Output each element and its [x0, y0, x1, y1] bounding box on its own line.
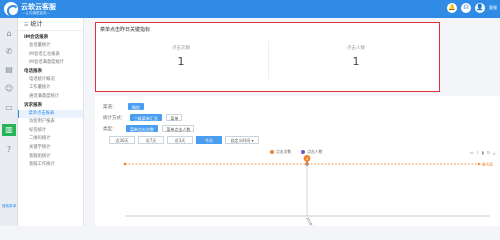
menu-section-im[interactable]: IM会话报表 — [18, 34, 83, 42]
kpi-value: 1 — [177, 55, 185, 68]
menu-item[interactable]: 关键字统计 — [18, 144, 83, 153]
menu-section-phone[interactable]: 电话报表 — [18, 68, 83, 76]
main-content: 菜单点击昨日关键指标 点击次数 1 点击人数 1 渠道： 微信 统计方式： 三级… — [85, 18, 500, 226]
chat-icon[interactable]: ▤ — [2, 64, 16, 76]
date-range-buttons: 近30天 近7天 近3天 今天 自定义时间 ▾ — [109, 136, 259, 144]
channel-row: 渠道： 微信 — [103, 103, 144, 110]
kpi-label: 点击人数 — [347, 46, 365, 51]
menu-item[interactable]: 通话满意度统计 — [18, 93, 83, 102]
kpi-users: 点击人数 1 — [306, 45, 406, 68]
reference-end-marker — [478, 162, 481, 166]
menu-item-active[interactable]: 菜单点击报表 — [18, 109, 83, 119]
kpi-value: 1 — [352, 55, 360, 68]
kpi-divider — [268, 41, 269, 79]
data-point-series1 — [305, 162, 309, 166]
phone-icon[interactable]: ✆ — [2, 46, 16, 58]
channel-option-wechat[interactable]: 微信 — [127, 103, 144, 110]
menu-toggle-icon[interactable]: ☰ — [24, 22, 28, 28]
home-icon[interactable]: ⌂ — [2, 28, 16, 40]
card-icon[interactable]: ▭ — [2, 102, 16, 114]
range-today-button[interactable]: 今天 — [196, 136, 222, 144]
headset-icon[interactable]: ☊ — [461, 3, 471, 13]
menu-item[interactable]: IM会话满意度统计 — [18, 59, 83, 68]
kpi-label: 点击次数 — [172, 46, 190, 51]
help-icon[interactable]: ? — [2, 144, 16, 156]
menu-item[interactable]: 客服工作统计 — [18, 161, 83, 170]
scope-option-menu[interactable]: 菜单 — [166, 114, 183, 121]
search-menu-label[interactable]: 搜索菜单 — [1, 204, 17, 209]
menu-item[interactable]: 标签统计 — [18, 127, 83, 136]
line-chart: 最大值42018-05-22 — [123, 155, 493, 227]
contacts-icon[interactable]: ☺ — [2, 83, 16, 95]
reference-start-marker — [123, 162, 127, 166]
reference-label: 最大值 — [482, 162, 493, 167]
menu-section-appeal[interactable]: 诉求报表 — [18, 102, 83, 110]
range-7days-button[interactable]: 近7天 — [138, 136, 164, 144]
user-icon[interactable]: 👤 — [475, 3, 485, 13]
range-30days-button[interactable]: 近30天 — [109, 136, 135, 144]
menu-item[interactable]: 工作量统计 — [18, 84, 83, 93]
stats-icon[interactable]: ▥ — [2, 124, 16, 136]
scope-row: 统计方式： 三级菜单汇总 菜单 — [103, 114, 183, 121]
kpi-title: 菜单点击昨日关键指标 — [100, 27, 151, 33]
user-name[interactable]: 客服 — [489, 5, 497, 11]
menu-header: ☰ 统计 — [18, 18, 83, 31]
menu-item[interactable]: 电话统计概况 — [18, 76, 83, 85]
sidebar-menu: ☰ 统计 IM会话报表 会话量统计 IM会话汇总报表 IM会话满意度统计 电话报表… — [18, 18, 84, 226]
menu-item[interactable]: IM会话汇总报表 — [18, 51, 83, 60]
top-bar: 云软云客服 —让沟通更高效— 🔔 ☊ 👤 客服 — [0, 0, 500, 18]
type-option-clicks[interactable]: 菜单点击次数 — [125, 125, 158, 132]
menu-item[interactable]: 会话量统计 — [18, 42, 83, 51]
app-logo — [4, 2, 19, 17]
range-custom-button[interactable]: 自定义时间 ▾ — [225, 136, 259, 144]
type-option-users[interactable]: 菜单点击人数 — [162, 125, 195, 132]
icon-rail: ⌂ ✆ ▤ ☺ ▭ ▥ ? 搜索菜单 — [0, 18, 18, 226]
range-3days-button[interactable]: 近3天 — [167, 136, 193, 144]
kpi-card: 菜单点击昨日关键指标 点击次数 1 点击人数 1 — [95, 22, 440, 92]
menu-item[interactable]: 客服组统计 — [18, 153, 83, 162]
app-subtitle: —让沟通更高效— — [22, 11, 50, 15]
x-tick-label: 2018-05-22 — [305, 217, 318, 227]
menu-item[interactable]: 访客用户报表 — [18, 118, 83, 127]
menu-item[interactable]: 二维码统计 — [18, 135, 83, 144]
scope-option-summary[interactable]: 三级菜单汇总 — [129, 114, 162, 121]
type-row: 类型： 菜单点击次数 菜单点击人数 — [103, 125, 195, 132]
bell-icon[interactable]: 🔔 — [447, 3, 457, 13]
filter-panel: 渠道： 微信 统计方式： 三级菜单汇总 菜单 类型： 菜单点击次数 菜单点击人数… — [95, 96, 500, 226]
kpi-clicks: 点击次数 1 — [131, 45, 231, 68]
